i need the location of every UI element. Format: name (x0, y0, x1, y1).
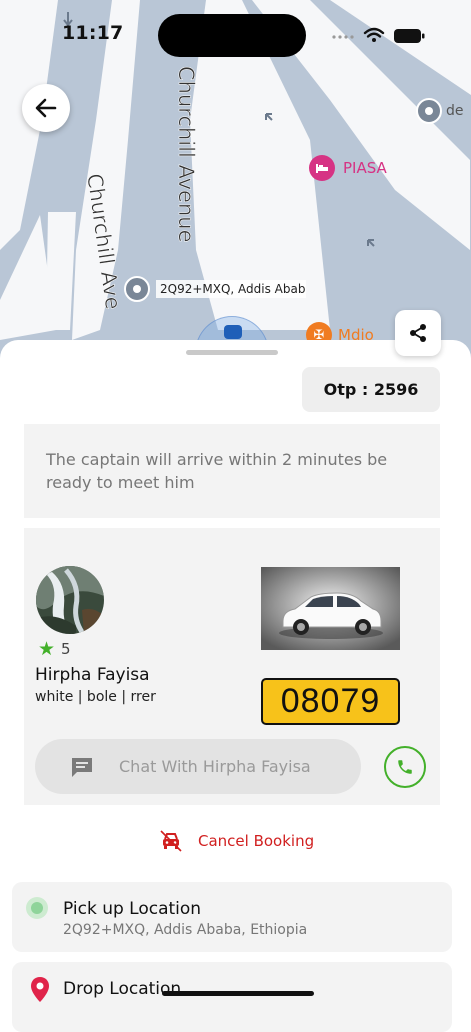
drop-title: Drop Location (63, 979, 182, 999)
location-pin-icon (416, 98, 442, 124)
map-view[interactable]: Churchill Avenue Churchill Ave PIASA 2Q9… (0, 0, 471, 360)
star-icon: ★ (38, 638, 56, 660)
call-button[interactable] (384, 746, 426, 788)
arrow-left-icon (35, 98, 57, 118)
driver-avatar (36, 566, 104, 634)
back-button[interactable] (22, 84, 70, 132)
poi-de[interactable]: de (416, 98, 464, 124)
cancel-booking-label: Cancel Booking (198, 832, 315, 850)
hotel-icon (309, 155, 335, 181)
vehicle-details: white | bole | rrer (35, 689, 156, 705)
poi-label: PIASA (343, 159, 387, 177)
drop-location-card[interactable]: Drop Location (12, 962, 452, 1032)
status-time: 11:17 (62, 22, 124, 44)
phone-icon (398, 760, 412, 774)
pickup-dot-icon (26, 897, 48, 919)
otp-label: Otp : 2596 (323, 380, 419, 399)
cancel-booking-button[interactable]: Cancel Booking (160, 830, 314, 852)
arrival-notice: The captain will arrive within 2 minutes… (24, 424, 440, 518)
sheet-drag-handle[interactable] (186, 350, 278, 355)
status-bar: 11:17 (0, 0, 471, 60)
battery-icon (394, 29, 425, 43)
status-icons (332, 26, 432, 46)
dynamic-island (158, 14, 306, 57)
driver-card: ★ 5 Hirpha Fayisa white | bole | rrer 08… (24, 528, 440, 805)
license-plate: 08079 (261, 678, 400, 725)
street-label-churchill-avenue: Churchill Avenue (174, 66, 199, 243)
poi-label: 2Q92+MXQ, Addis Ababa (156, 280, 306, 298)
chat-button[interactable]: Chat With Hirpha Fayisa (35, 739, 361, 794)
pickup-location-card[interactable]: Pick up Location 2Q92+MXQ, Addis Ababa, … (12, 882, 452, 952)
signal-icon (332, 35, 354, 39)
pickup-address: 2Q92+MXQ, Addis Ababa, Ethiopia (63, 922, 308, 938)
wifi-icon (363, 27, 385, 38)
driver-rating: ★ 5 (38, 638, 71, 660)
ride-details-sheet: Otp : 2596 The captain will arrive withi… (0, 340, 471, 1032)
chat-label: Chat With Hirpha Fayisa (119, 757, 311, 776)
chat-icon (69, 754, 95, 780)
car-cancel-icon (160, 830, 182, 852)
map-pin-icon (31, 977, 49, 1002)
share-button[interactable] (395, 310, 441, 356)
poi-label: de (446, 103, 464, 119)
pickup-title: Pick up Location (63, 899, 202, 919)
home-indicator (162, 991, 314, 996)
driver-name: Hirpha Fayisa (35, 665, 150, 685)
car-image (261, 567, 400, 650)
location-pin-icon (124, 276, 150, 302)
share-icon (410, 324, 426, 342)
otp-badge: Otp : 2596 (302, 367, 440, 412)
poi-current-location[interactable]: 2Q92+MXQ, Addis Ababa (124, 276, 306, 302)
rating-value: 5 (61, 640, 71, 658)
poi-piasa[interactable]: PIASA (309, 155, 387, 181)
